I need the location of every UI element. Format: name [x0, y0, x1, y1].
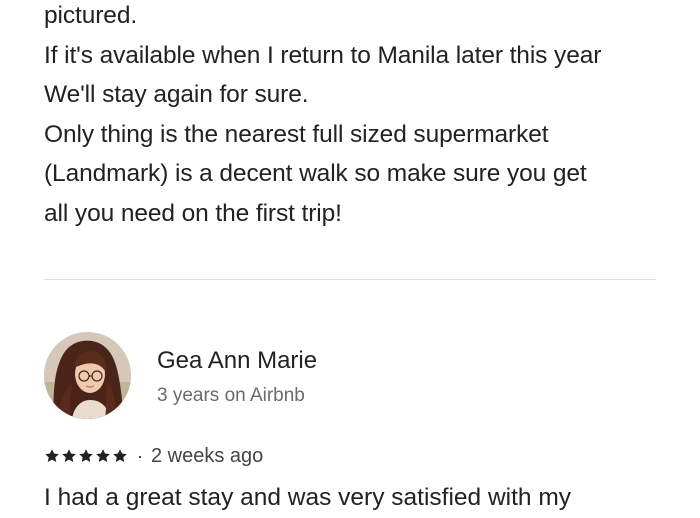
review-date: 2 weeks ago	[151, 444, 264, 467]
reviewer-name: Gea Ann Marie	[157, 347, 318, 374]
star-rating	[44, 448, 128, 464]
separator-dot: ·	[137, 445, 143, 466]
review-text-line: We'll stay again for sure.	[44, 81, 309, 109]
review-text-line: If it's available when I return to Manil…	[44, 41, 602, 69]
review-text-line: all you need on the first trip!	[44, 199, 342, 227]
review-text-line: (Landmark) is a decent walk so make sure…	[44, 160, 587, 188]
review-text-start: I had a great stay and was very satisfie…	[44, 484, 571, 511]
avatar-photo	[44, 332, 131, 419]
star-icon	[79, 449, 93, 462]
review-text-line: pictured.	[44, 2, 138, 29]
review-text-line: Only thing is the nearest full sized sup…	[44, 120, 549, 148]
star-icon	[62, 449, 76, 462]
previous-review-text: pictured. If it's available when I retur…	[44, 0, 674, 234]
star-icon	[113, 449, 127, 462]
rating-row: · 2 weeks ago	[44, 442, 263, 470]
reviewer-tenure: 3 years on Airbnb	[157, 385, 305, 406]
review-divider	[44, 279, 656, 280]
star-icon	[96, 449, 110, 462]
avatar[interactable]	[44, 332, 131, 419]
star-icon	[45, 449, 59, 462]
